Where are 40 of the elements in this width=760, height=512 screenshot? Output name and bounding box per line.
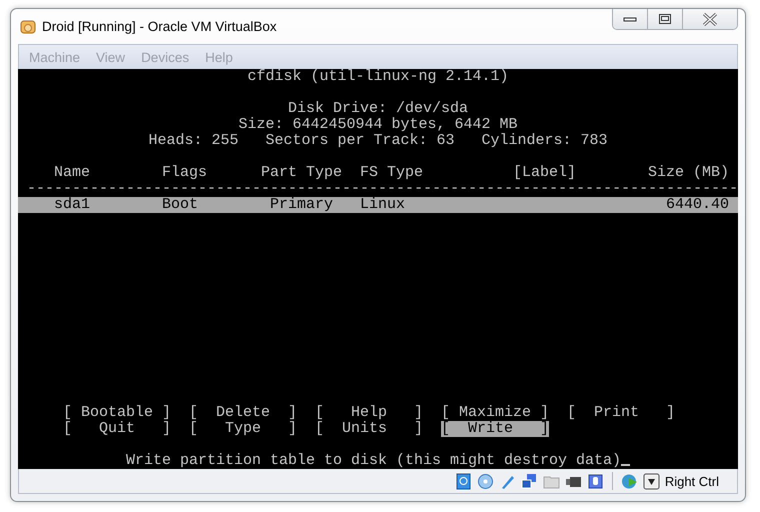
menu-option[interactable]: [ Help ] (315, 405, 424, 421)
close-button[interactable] (683, 9, 737, 29)
table-cell: 6440.40 (666, 197, 729, 213)
disk-info: Disk Drive: /dev/sda (286, 101, 470, 117)
column-header: FS Type (360, 165, 424, 181)
menu-option[interactable]: [ Write ] (441, 421, 550, 437)
menu-option[interactable]: [ Delete ] (189, 405, 298, 421)
column-header: [Label] (513, 165, 576, 181)
column-header: Name (54, 165, 90, 181)
separator-line: ------------------------------------------------------------------------------- (27, 181, 738, 197)
app-icon (20, 18, 36, 34)
menu-option[interactable]: [ Units ] (315, 421, 424, 437)
minimize-button[interactable] (613, 9, 648, 29)
column-header: Size (MB) (648, 165, 729, 181)
window-title: Droid [Running] - Oracle VM VirtualBox (42, 19, 278, 34)
disk-info: Heads: 255 Sectors per Track: 63 Cylinders: 783 (147, 133, 609, 149)
partition-row[interactable]: sda1 Boot Primary Linux 6440.40 (18, 197, 738, 213)
table-cell: Boot (162, 197, 198, 213)
menu-option[interactable]: [ Bootable ] (63, 405, 172, 421)
column-header: Flags (162, 165, 208, 181)
table-cell: Linux (360, 197, 406, 213)
menu-option[interactable]: [ Print ] (567, 405, 676, 421)
chip-icon[interactable] (586, 472, 604, 490)
cursor (621, 464, 630, 466)
table-cell: Primary (270, 197, 334, 213)
maximize-button[interactable] (648, 9, 683, 29)
network-icon[interactable] (520, 472, 538, 490)
status-message: Write partition table to disk (this might destroy data) (126, 452, 622, 469)
menu-option[interactable]: [ Maximize ] (441, 405, 550, 421)
maximize-icon (658, 13, 672, 25)
column-header: Part Type (261, 165, 342, 181)
close-icon (702, 12, 718, 26)
host-key-label: Right Ctrl (664, 474, 719, 488)
menu-option[interactable]: [ Quit ] (63, 421, 172, 437)
optical-disc-icon[interactable] (476, 472, 494, 490)
disk-info: Size: 6442450944 bytes, 6442 MB (237, 117, 519, 133)
program-title: cfdisk (util-linux-ng 2.14.1) (246, 69, 510, 85)
menu-option[interactable]: [ Type ] (189, 421, 298, 437)
table-cell: sda1 (54, 197, 90, 213)
minimize-icon (623, 16, 637, 22)
